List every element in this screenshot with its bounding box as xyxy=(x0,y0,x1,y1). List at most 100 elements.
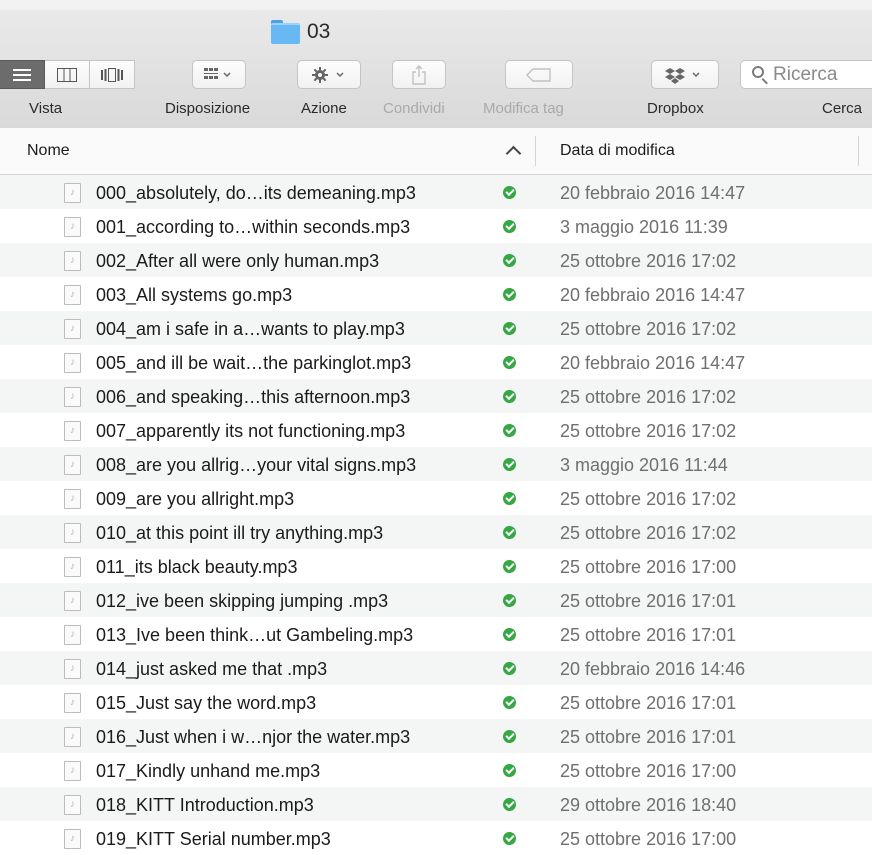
audio-file-icon: ♪ xyxy=(64,829,81,849)
file-name: 014_just asked me that .mp3 xyxy=(96,659,328,679)
azione-label: Azione xyxy=(301,100,347,117)
file-row[interactable]: ♪ 014_just asked me that .mp3 20 febbraio … xyxy=(0,651,872,685)
cerca-label: Cerca xyxy=(822,100,863,117)
file-name: 012_ive been skipping jumping .mp3 xyxy=(96,591,389,611)
file-modified-date: 3 maggio 2016 11:39 xyxy=(560,217,728,237)
vista-label: Vista xyxy=(29,100,63,117)
sync-status-icon xyxy=(503,322,516,335)
audio-file-icon: ♪ xyxy=(64,557,81,577)
folder-icon xyxy=(271,20,300,44)
share-button[interactable] xyxy=(392,60,446,89)
file-row[interactable]: ♪ 002_After all were only human.mp3 25 ott… xyxy=(0,243,872,277)
disposizione-label: Disposizione xyxy=(165,100,251,117)
sync-status-icon xyxy=(503,526,516,539)
sync-status-icon xyxy=(503,458,516,471)
finder-toolbar: 03 Ricerca Vista Disposizione Azione Con… xyxy=(0,0,872,129)
file-modified-date: 25 ottobre 2016 17:01 xyxy=(560,591,737,611)
file-name: 006_and speaking…this afternoon.mp3 xyxy=(96,387,411,407)
file-modified-date: 25 ottobre 2016 17:01 xyxy=(560,693,737,713)
file-row[interactable]: ♪ 008_are you allrig…your vital signs.mp3… xyxy=(0,447,872,481)
file-modified-date: 25 ottobre 2016 17:02 xyxy=(560,387,737,407)
file-modified-date: 3 maggio 2016 11:44 xyxy=(560,455,728,475)
file-row[interactable]: ♪ 010_at this point ill try anything.mp3 2… xyxy=(0,515,872,549)
sync-status-icon xyxy=(503,560,516,573)
file-modified-date: 25 ottobre 2016 17:02 xyxy=(560,489,737,509)
action-button[interactable] xyxy=(297,60,361,89)
audio-file-icon: ♪ xyxy=(64,387,81,407)
list-view-icon[interactable] xyxy=(0,60,45,89)
file-row[interactable]: ♪ 019_KITT Serial number.mp3 25 ottobre 20… xyxy=(0,821,872,855)
file-name: 016_Just when i w…njor the water.mp3 xyxy=(96,727,411,747)
file-name: 004_am i safe in a…wants to play.mp3 xyxy=(96,319,405,339)
file-row[interactable]: ♪ 018_KITT Introduction.mp3 29 ottobre 201… xyxy=(0,787,872,821)
file-row[interactable]: ♪ 017_Kindly unhand me.mp3 25 ottobre 2016… xyxy=(0,753,872,787)
sync-status-icon xyxy=(503,730,516,743)
audio-file-icon: ♪ xyxy=(64,285,81,305)
file-name: 019_KITT Serial number.mp3 xyxy=(96,829,331,849)
window-title-area: 03 xyxy=(271,18,330,46)
audio-file-icon: ♪ xyxy=(64,625,81,645)
sync-status-icon xyxy=(503,288,516,301)
file-row[interactable]: ♪ 012_ive been skipping jumping .mp3 25 ot… xyxy=(0,583,872,617)
audio-file-icon: ♪ xyxy=(64,693,81,713)
file-row[interactable]: ♪ 016_Just when i w…njor the water.mp3 25 … xyxy=(0,719,872,753)
file-name: 001_according to…within seconds.mp3 xyxy=(96,217,411,237)
column-header-date[interactable]: Data di modifica xyxy=(560,142,675,160)
file-name: 002_After all were only human.mp3 xyxy=(96,251,380,271)
title-bar-edge xyxy=(0,0,872,10)
file-name: 011_its black beauty.mp3 xyxy=(96,557,298,577)
file-row[interactable]: ♪ 003_All systems go.mp3 20 febbraio 2016 … xyxy=(0,277,872,311)
audio-file-icon: ♪ xyxy=(64,183,81,203)
file-row[interactable]: ♪ 005_and ill be wait…the parkinglot.mp3 2… xyxy=(0,345,872,379)
modifica-tag-label: Modifica tag xyxy=(483,100,564,117)
file-row[interactable]: ♪ 015_Just say the word.mp3 25 ottobre 201… xyxy=(0,685,872,719)
file-modified-date: 20 febbraio 2016 14:47 xyxy=(560,353,746,373)
audio-file-icon: ♪ xyxy=(64,421,81,441)
file-row[interactable]: ♪ 011_its black beauty.mp3 25 ottobre 2016… xyxy=(0,549,872,583)
arrange-icon xyxy=(204,67,231,79)
condividi-label: Condividi xyxy=(383,100,445,117)
sync-status-icon xyxy=(503,186,516,199)
column-view-icon[interactable] xyxy=(45,60,90,89)
window-title: 03 xyxy=(307,20,331,43)
audio-file-icon: ♪ xyxy=(64,761,81,781)
tag-button[interactable] xyxy=(505,60,573,89)
file-modified-date: 25 ottobre 2016 17:00 xyxy=(560,829,737,849)
dropbox-button[interactable] xyxy=(651,60,719,89)
sync-status-icon xyxy=(503,356,516,369)
column-header-name[interactable]: Nome xyxy=(27,142,70,160)
view-segmented-control xyxy=(0,60,135,89)
file-row[interactable]: ♪ 001_according to…within seconds.mp3 3 ma… xyxy=(0,209,872,243)
sync-status-icon xyxy=(503,798,516,811)
sync-status-icon xyxy=(503,492,516,505)
sync-status-icon xyxy=(503,424,516,437)
file-row[interactable]: ♪ 000_absolutely, do…its demeaning.mp3 20 … xyxy=(0,175,872,209)
file-modified-date: 20 febbraio 2016 14:46 xyxy=(560,659,746,679)
file-name: 018_KITT Introduction.mp3 xyxy=(96,795,314,815)
file-modified-date: 20 febbraio 2016 14:47 xyxy=(560,183,746,203)
share-icon xyxy=(412,64,426,85)
file-row[interactable]: ♪ 006_and speaking…this afternoon.mp3 25 o… xyxy=(0,379,872,413)
file-modified-date: 25 ottobre 2016 17:01 xyxy=(560,727,737,747)
file-row[interactable]: ♪ 009_are you allright.mp3 25 ottobre 2016… xyxy=(0,481,872,515)
audio-file-icon: ♪ xyxy=(64,217,81,237)
file-row[interactable]: ♪ 013_Ive been think…ut Gambeling.mp3 25 o… xyxy=(0,617,872,651)
tag-icon xyxy=(526,67,551,82)
file-name: 007_apparently its not functioning.mp3 xyxy=(96,421,406,441)
file-name: 013_Ive been think…ut Gambeling.mp3 xyxy=(96,625,414,645)
coverflow-view-icon[interactable] xyxy=(90,60,135,89)
file-row[interactable]: ♪ 004_am i safe in a…wants to play.mp3 25 … xyxy=(0,311,872,345)
sort-ascending-icon[interactable] xyxy=(505,145,522,162)
column-divider[interactable] xyxy=(535,136,536,166)
column-divider[interactable] xyxy=(858,136,859,166)
audio-file-icon: ♪ xyxy=(64,591,81,611)
file-row[interactable]: ♪ 007_apparently its not functioning.mp3 2… xyxy=(0,413,872,447)
sync-status-icon xyxy=(503,220,516,233)
file-name: 005_and ill be wait…the parkinglot.mp3 xyxy=(96,353,412,373)
file-name: 010_at this point ill try anything.mp3 xyxy=(96,523,384,543)
arrange-button[interactable] xyxy=(192,60,246,89)
audio-file-icon: ♪ xyxy=(64,795,81,815)
file-name: 003_All systems go.mp3 xyxy=(96,285,293,305)
sync-status-icon xyxy=(503,628,516,641)
search-input[interactable]: Ricerca xyxy=(740,60,872,89)
